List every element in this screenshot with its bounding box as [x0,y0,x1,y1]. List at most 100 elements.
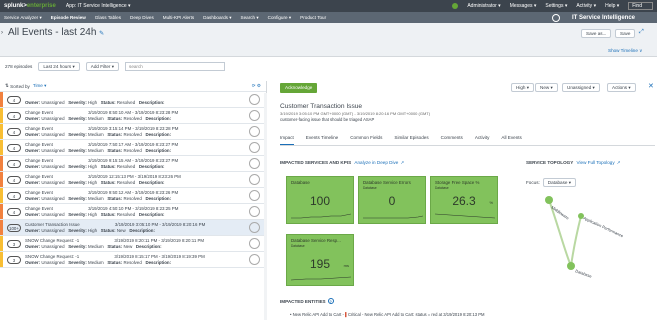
nav-service-analyzer[interactable]: Service Analyzer ▾ [4,15,42,21]
owner-dropdown[interactable]: Unassigned ▾ [562,83,600,92]
actions-dropdown[interactable]: Actions ▾ [607,83,636,92]
episode-severity: High [88,163,98,169]
episode-row[interactable]: 4 Change Event 3/19/2019 3:15:14 PM - 3/… [0,124,266,140]
select-circle-icon[interactable] [249,238,260,249]
episode-summary: Change Event 3/19/2019 7:50:17 AM - 3/19… [25,142,179,153]
tab-comments[interactable]: Comments [441,135,463,145]
help-icon[interactable]: ? [327,298,334,304]
severity-bar [0,92,3,107]
nav-configure[interactable]: Configure ▾ [268,15,292,21]
time-range-picker[interactable]: Last 24 hours ▾ [38,62,80,71]
nav-dashboards[interactable]: Dashboards ▾ [203,15,231,21]
select-circle-icon[interactable] [249,126,260,137]
app-menu[interactable]: App: IT Service Intelligence ▾ [66,3,131,9]
select-circle-icon[interactable] [249,190,260,201]
analyze-deep-dive-link[interactable]: Analyze in Deep Dive [354,160,398,165]
save-as-button[interactable]: Save as... [581,29,612,38]
nav-deep-dives[interactable]: Deep Dives [130,15,154,20]
activity-menu[interactable]: Activity ▾ [576,3,596,9]
episode-owner: Unassigned [41,243,65,249]
tab-all-events[interactable]: All Events [501,135,521,145]
tab-impact[interactable]: Impact [280,135,294,145]
add-filter-button[interactable]: Add Filter ▾ [85,62,120,71]
acknowledge-button[interactable]: Acknowledge [280,83,318,93]
episode-row[interactable]: 4 Change Event 3/19/2019 9:15:15 AM - 3/… [0,156,266,172]
select-circle-icon[interactable] [249,222,260,233]
edit-icon[interactable]: ✎ [99,31,104,37]
sort-select[interactable]: Time ▾ [33,83,47,89]
select-circle-icon[interactable] [249,94,260,105]
episode-list-scrollbar[interactable] [264,93,267,320]
search-input[interactable]: search [125,62,226,71]
service-topology-graph[interactable]: Middleware Application Performance Datab… [535,192,655,282]
episode-summary: Change Event 3/19/2019 3:15:14 PM - 3/19… [25,126,179,137]
episode-time: 3/19/2019 3:05:10 PM - 3/19/2019 8:20:16… [114,222,206,228]
select-circle-icon[interactable] [249,206,260,217]
entity-line: • New Relic API Add to Cart - ▌Critical … [290,312,485,317]
select-circle-icon[interactable] [249,254,260,265]
episode-status: New [116,227,126,233]
refresh-icon[interactable]: ⟳ ⚙ [252,83,261,89]
focus-dropdown[interactable]: Database ▾ [542,178,577,187]
tab-common-fields[interactable]: Common Fields [350,135,382,145]
episode-summary: Change Event 3/19/2019 9:50:12 AM - 3/19… [25,190,179,201]
splunk-logo[interactable]: splunk>enterprise [4,3,56,9]
episode-row[interactable]: 4 Change Event 3/19/2019 8:50:10 AM - 3/… [0,108,266,124]
episode-row[interactable]: 4 Change Event 3/19/2019 7:50:17 AM - 3/… [0,140,266,156]
settings-menu[interactable]: Settings ▾ [545,3,567,9]
kpi-sparkline [435,213,495,219]
kpi-tile[interactable]: Database Service Errors Database 0 [358,176,426,224]
episode-severity: Medium [88,243,104,249]
messages-menu[interactable]: Messages ▾ [510,3,537,9]
episode-owner: Unassigned [41,211,65,217]
itsi-brand: IT Service Intelligence [551,13,644,22]
episode-row[interactable]: 4 Owner: Unassigned Severity: High Statu… [0,92,266,108]
topology-label: Application Performance [583,215,625,238]
find-input[interactable]: Find [628,2,653,10]
episode-severity: Medium [88,131,104,137]
kpi-tile[interactable]: Database Service Resp... Database 195 ms [286,234,354,286]
kpi-value: 0 [388,194,396,208]
topology-node[interactable] [545,196,553,204]
episode-row[interactable]: 3 SNOW Change Request: -1 3/19/2019 8:15… [0,252,266,268]
nav-search[interactable]: Search ▾ [241,15,259,21]
episode-title: Change Event [25,126,53,132]
collapse-arrow-icon[interactable]: › [1,30,3,36]
select-circle-icon[interactable] [249,110,260,121]
nav-product-tour[interactable]: Product Tour [300,15,326,20]
select-circle-icon[interactable] [249,142,260,153]
episode-row[interactable]: 4 Change Event 3/19/2019 12:15:13 PM - 3… [0,172,266,188]
event-count-badge: 4 [7,159,21,168]
episode-time: 3/19/2019 7:50:17 AM - 3/19/2019 8:23:27… [88,142,179,148]
nav-episode-review[interactable]: Episode Review [51,15,86,20]
show-timeline-link[interactable]: Show Timeline ∨ [608,48,643,54]
episode-row[interactable]: 100+ Customer Transaction Issue 3/19/201… [0,220,266,236]
view-full-topology-link[interactable]: View Full Topology [577,160,615,165]
episode-row[interactable]: 4 Change Event 3/19/2019 4:50:10 PM - 3/… [0,204,266,220]
select-circle-icon[interactable] [249,174,260,185]
severity-dropdown[interactable]: High ▾ [511,83,535,92]
close-icon[interactable]: ✕ [648,82,654,90]
expand-icon[interactable]: ⤢ [639,29,644,36]
event-count-badge: 4 [7,207,21,216]
episode-row[interactable]: 3 SNOW Change Request: -1 3/19/2019 8:20… [0,236,266,252]
tab-activity[interactable]: Activity [475,135,490,145]
kpi-tile[interactable]: Database 100 [286,176,354,224]
status-dropdown[interactable]: New ▾ [535,83,558,92]
tab-events-timeline[interactable]: Events Timeline [306,135,338,145]
topology-node[interactable] [567,262,575,270]
page-title: All Events - last 24h ✎ [8,27,105,38]
kpi-tile[interactable]: Storage Free Space % Database 26.3 % [430,176,498,224]
severity-bar [0,140,3,155]
nav-glass-tables[interactable]: Glass Tables [95,15,121,20]
select-circle-icon[interactable] [249,158,260,169]
tab-similar-episodes[interactable]: Similar Episodes [394,135,428,145]
filter-bar: 278 episodes Last 24 hours ▾ Add Filter … [5,62,226,71]
episode-summary: SNOW Change Request: -1 3/19/2019 8:15:1… [25,254,205,265]
episode-row[interactable]: 4 Change Event 3/19/2019 9:50:12 AM - 3/… [0,188,266,204]
episode-owner: Unassigned [41,99,65,105]
save-button[interactable]: Save [615,29,636,38]
admin-menu[interactable]: Administrator ▾ [467,3,500,9]
help-menu[interactable]: Help ▾ [605,3,619,9]
nav-multi-kpi-alerts[interactable]: Multi-KPI Alerts [163,15,194,20]
